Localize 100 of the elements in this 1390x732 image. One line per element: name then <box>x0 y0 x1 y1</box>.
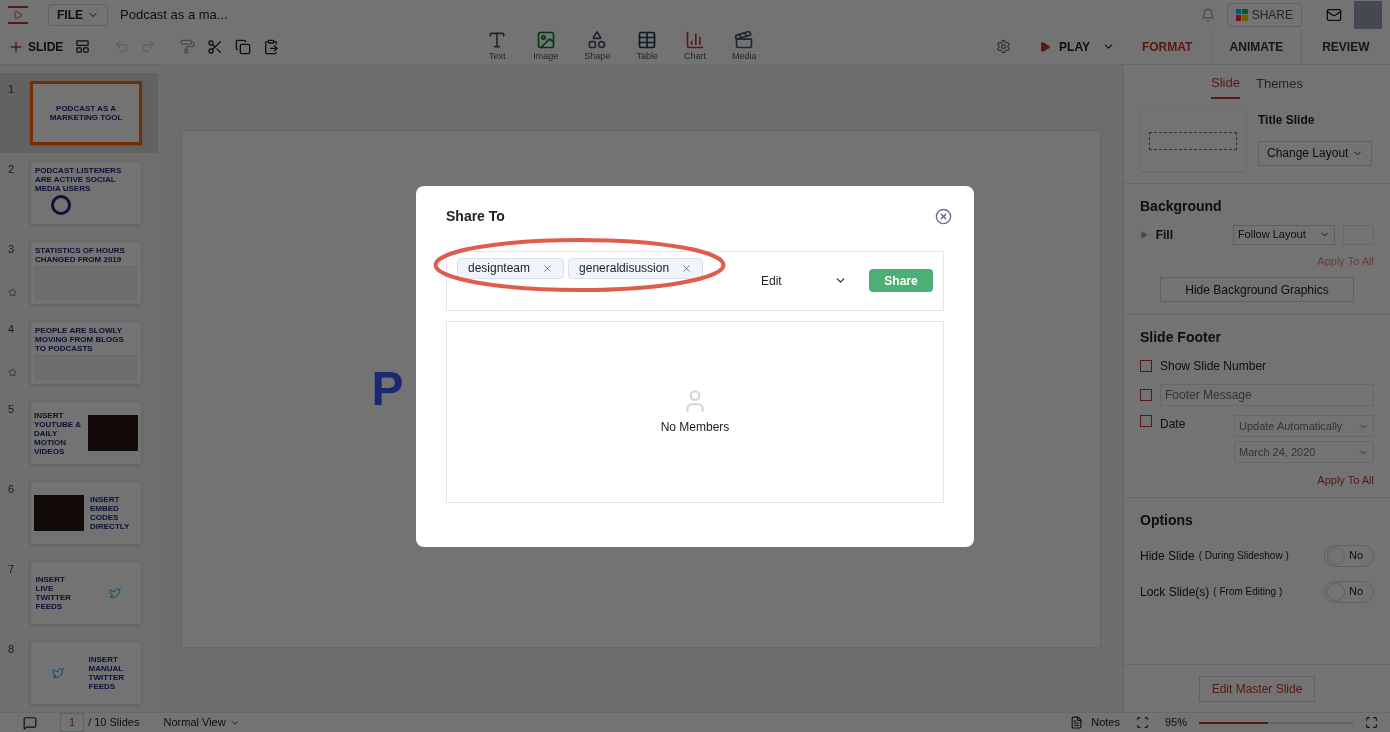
thumbnail-title: PODCAST LISTENERS ARE ACTIVE SOCIAL MEDIA USERS <box>35 166 123 193</box>
play-icon <box>1039 40 1052 53</box>
thumbnail-title: INSERT EMBED CODES DIRECTLY <box>90 495 131 531</box>
toggle-switch[interactable]: No <box>1324 544 1374 567</box>
expand-caret-icon[interactable] <box>1140 230 1148 239</box>
slide-count: / 10 Slides <box>88 715 140 731</box>
slide-thumbnail[interactable]: STATISTICS OF HOURS CHANGED FROM 2019 <box>30 241 142 305</box>
format-painter-icon[interactable] <box>180 39 196 54</box>
play-button[interactable]: PLAY <box>1039 37 1090 56</box>
notes-label[interactable]: Notes <box>1091 714 1120 731</box>
slide-number: 1 <box>8 82 16 97</box>
table-icon <box>637 29 658 50</box>
insert-tool-button[interactable]: Table <box>636 29 658 64</box>
sub-tab[interactable]: Themes <box>1255 73 1303 99</box>
slide-number: 4 <box>8 322 16 337</box>
insert-tool-button[interactable]: Image <box>533 29 559 64</box>
slide-title: P <box>371 360 404 417</box>
share-button[interactable]: SHARE <box>1226 2 1302 27</box>
toggle-switch[interactable]: No <box>1324 580 1374 603</box>
panel-tab[interactable]: FORMAT <box>1123 29 1212 64</box>
checkbox[interactable] <box>1140 360 1152 372</box>
fit-icon[interactable] <box>1135 716 1149 729</box>
slide-thumbnail[interactable]: INSERT YOUTUBE & DAILY MOTION VIDEOS <box>30 401 142 465</box>
option-note: ( During Slideshow ) <box>1198 549 1289 563</box>
slide-number: 3 <box>8 242 16 257</box>
thumbnail-title: INSERT YOUTUBE & DAILY MOTION VIDEOS <box>34 410 82 456</box>
view-mode-dropdown[interactable]: Normal View <box>163 714 240 731</box>
slide-number: 8 <box>8 642 16 657</box>
clapperboard-icon <box>734 29 755 50</box>
option-label: Lock Slide(s) <box>1140 583 1210 601</box>
mail-icon[interactable] <box>1326 6 1342 23</box>
slide-thumbnail[interactable]: INSERT LIVE TWITTER FEEDS <box>30 561 142 625</box>
insert-tool-button[interactable]: Chart <box>683 29 706 64</box>
section-heading: Slide Footer <box>1140 328 1222 347</box>
file-menu[interactable]: FILE <box>48 3 108 26</box>
page-number-field[interactable]: 1 <box>60 713 85 732</box>
section-heading: Background <box>1140 196 1223 216</box>
bird-icon <box>51 667 64 679</box>
dialog-title: Share To <box>446 206 505 226</box>
recipient-chip[interactable]: designteam <box>457 257 565 279</box>
slide-thumbnail[interactable]: PEOPLE ARE SLOWLY MOVING FROM BLOGS TO PODCASTS <box>30 321 142 385</box>
animation-star-icon <box>8 368 17 377</box>
fill-label: Fill <box>1155 226 1175 244</box>
cut-icon[interactable] <box>207 38 224 55</box>
insert-tool-button[interactable]: Text <box>487 29 508 64</box>
thumbnail-title: STATISTICS OF HOURS CHANGED FROM 2019 <box>35 246 126 264</box>
date-dropdown[interactable]: March 24, 2020 <box>1234 441 1374 463</box>
date-dropdown[interactable]: Update Automatically <box>1234 415 1374 437</box>
empty-members-text: No Members <box>660 418 730 436</box>
sub-tab[interactable]: Slide <box>1211 73 1240 99</box>
slide-thumbnail[interactable]: PODCAST LISTENERS ARE ACTIVE SOCIAL MEDIA USERS <box>30 161 142 225</box>
insert-tool-button[interactable]: Media <box>731 29 757 64</box>
apply-to-all-link[interactable]: Apply To All <box>1317 472 1374 489</box>
avatar[interactable] <box>1354 0 1382 29</box>
insert-tool-button[interactable]: Shape <box>584 29 611 64</box>
bell-icon[interactable] <box>1200 7 1215 22</box>
thumbnail-title: INSERT LIVE TWITTER FEEDS <box>35 575 73 611</box>
hide-background-graphics-button[interactable]: Hide Background Graphics <box>1160 277 1354 302</box>
app-logo-icon[interactable] <box>8 5 28 24</box>
remove-icon[interactable] <box>681 262 693 274</box>
new-slide-button[interactable]: SLIDE <box>8 37 64 56</box>
fit-screen-icon[interactable] <box>1365 716 1378 729</box>
section-heading: Options <box>1140 510 1194 530</box>
thumbnail-title: PEOPLE ARE SLOWLY MOVING FROM BLOGS TO PODCASTS <box>35 326 125 353</box>
slide-thumbnail[interactable]: INSERT EMBED CODES DIRECTLY <box>30 481 142 545</box>
option-label: Hide Slide <box>1140 547 1195 565</box>
image-icon <box>535 29 556 50</box>
bird-icon <box>108 587 121 599</box>
slide-number: 5 <box>8 402 16 417</box>
recipient-chip[interactable]: generaldisussion <box>568 257 704 279</box>
photo-placeholder <box>34 495 84 531</box>
zoom-slider-track[interactable] <box>1199 721 1353 724</box>
checkbox[interactable] <box>1140 415 1152 427</box>
document-title: Podcast as a ma... <box>120 5 228 24</box>
paste-icon[interactable] <box>263 38 280 55</box>
settings-icon[interactable] <box>996 39 1012 54</box>
slide-thumbnail[interactable]: INSERT MANUAL TWITTER FEEDS <box>30 641 142 705</box>
fill-dropdown[interactable]: Follow Layout <box>1232 224 1336 245</box>
panel-tab[interactable]: REVIEW <box>1300 29 1390 64</box>
share-button[interactable]: Share <box>869 269 933 292</box>
thumbnail-title: PODCAST AS A MARKETING TOOL <box>48 104 124 122</box>
thumbnail-title: INSERT MANUAL TWITTER FEEDS <box>88 655 126 691</box>
panel-tab[interactable]: ANIMATE <box>1211 29 1301 64</box>
checkbox[interactable] <box>1140 389 1152 401</box>
remove-icon[interactable] <box>542 262 554 274</box>
notes-icon[interactable] <box>1070 716 1084 729</box>
animation-star-icon <box>8 288 17 297</box>
slide-thumbnail[interactable]: PODCAST AS A MARKETING TOOL <box>30 81 142 145</box>
checkbox-label: Date <box>1160 416 1187 433</box>
slide-number: 6 <box>8 482 16 497</box>
donut-chart-preview <box>51 195 71 215</box>
layout-icon[interactable] <box>75 39 91 54</box>
bar-chart-icon <box>684 29 705 50</box>
close-icon[interactable] <box>935 207 952 225</box>
copy-icon[interactable] <box>235 38 252 55</box>
photo-placeholder <box>88 415 138 451</box>
change-layout-button[interactable]: Change Layout <box>1258 140 1373 166</box>
permission-dropdown[interactable]: Edit <box>761 271 847 290</box>
slide-number: 2 <box>8 162 16 177</box>
edit-master-slide-button[interactable]: Edit Master Slide <box>1198 675 1316 702</box>
